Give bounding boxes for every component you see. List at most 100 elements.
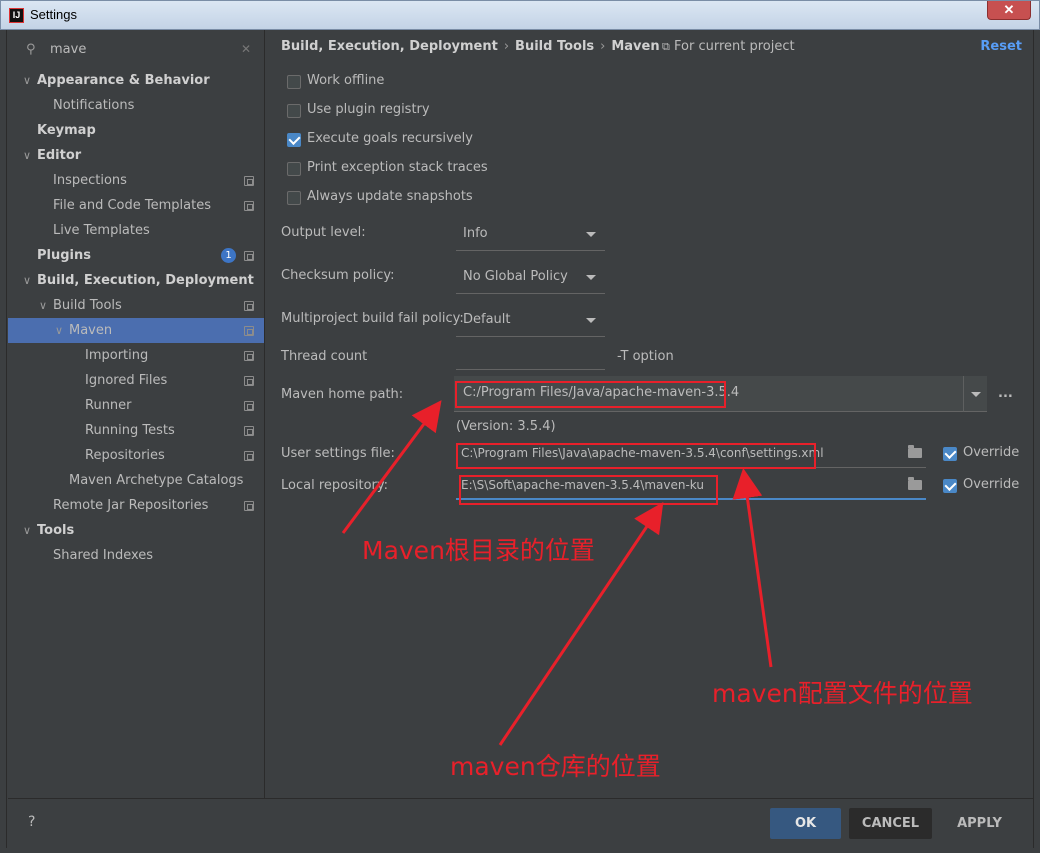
sidebar-item[interactable]: File and Code Templates <box>8 193 264 218</box>
project-scope-icon <box>244 451 254 461</box>
override-checkbox[interactable] <box>943 447 957 461</box>
sidebar-item[interactable]: ∨ Build, Execution, Deployment <box>8 268 264 293</box>
breadcrumb-item: Maven <box>611 39 660 54</box>
cancel-button[interactable]: CANCEL <box>849 808 932 839</box>
apply-button[interactable]: APPLY <box>944 808 1015 839</box>
sidebar-item[interactable]: ∨ Build Tools <box>8 293 264 318</box>
chevron-down-icon <box>586 318 596 323</box>
output-level-label: Output level: <box>281 225 366 240</box>
sidebar-item-label: Keymap <box>37 123 96 138</box>
ok-button[interactable]: OK <box>770 808 841 839</box>
checkbox-label: Work offline <box>307 73 385 88</box>
sidebar-item[interactable]: Ignored Files <box>8 368 264 393</box>
search-input[interactable]: mave <box>50 42 86 57</box>
window-close-button[interactable]: ✕ <box>987 1 1031 20</box>
settings-tree: ∨ Appearance & Behavior Notifications Keyma… <box>8 68 264 568</box>
checkbox[interactable] <box>287 104 301 118</box>
sidebar-item[interactable]: Notifications <box>8 93 264 118</box>
sidebar-item[interactable]: Remote Jar Repositories <box>8 493 264 518</box>
maven-home-dropdown-button[interactable] <box>963 376 987 412</box>
sidebar-item[interactable]: Running Tests <box>8 418 264 443</box>
sidebar-item-label: Appearance & Behavior <box>37 73 210 88</box>
chevron-down-icon <box>586 232 596 237</box>
checksum-policy-dropdown[interactable]: No Global Policy <box>456 260 605 294</box>
sidebar-item-label: Build Tools <box>53 298 122 313</box>
project-scope-icon <box>244 301 254 311</box>
expand-chevron-icon[interactable]: ∨ <box>52 318 66 343</box>
output-level-dropdown[interactable]: Info <box>456 217 605 251</box>
expand-chevron-icon[interactable]: ∨ <box>20 68 34 93</box>
sidebar-item[interactable]: Live Templates <box>8 218 264 243</box>
clear-search-icon[interactable]: ✕ <box>241 42 251 56</box>
sidebar-item-label: Repositories <box>85 448 165 463</box>
sidebar-item[interactable]: Keymap <box>8 118 264 143</box>
plugins-update-badge: 1 <box>221 248 236 263</box>
local-repo-label: Local repository: <box>281 478 388 493</box>
checkbox-label: Always update snapshots <box>307 189 473 204</box>
thread-count-label: Thread count <box>281 349 368 364</box>
sidebar-item[interactable]: ∨ Appearance & Behavior <box>8 68 264 93</box>
sidebar-item-label: Running Tests <box>85 423 175 438</box>
sidebar-item-label: Tools <box>37 523 75 538</box>
folder-icon[interactable] <box>908 445 922 458</box>
t-option-hint: -T option <box>617 349 674 364</box>
project-scope-icon <box>244 176 254 186</box>
sidebar-item[interactable]: Importing <box>8 343 264 368</box>
annotation-local-repo: maven仓库的位置 <box>450 752 661 781</box>
expand-chevron-icon[interactable]: ∨ <box>20 143 34 168</box>
project-scope-icon <box>244 501 254 511</box>
multiproject-fail-dropdown[interactable]: Default <box>456 303 605 337</box>
user-settings-label: User settings file: <box>281 446 395 461</box>
expand-chevron-icon[interactable]: ∨ <box>20 268 34 293</box>
sidebar-item-label: Maven Archetype Catalogs <box>69 473 244 488</box>
sidebar-item[interactable]: ∨ Tools <box>8 518 264 543</box>
maven-home-label: Maven home path: <box>281 387 404 402</box>
sidebar-item-label: Plugins <box>37 248 91 263</box>
project-scope-icon <box>244 251 254 261</box>
thread-count-input[interactable] <box>456 340 605 370</box>
sidebar-item[interactable]: Shared Indexes <box>8 543 264 568</box>
dialog-footer: ? OK CANCEL APPLY <box>8 798 1033 848</box>
override-checkbox[interactable] <box>943 479 957 493</box>
sidebar-item-label: Importing <box>85 348 149 363</box>
checkbox[interactable] <box>287 133 301 147</box>
annotation-box-user-settings <box>456 443 816 469</box>
expand-chevron-icon[interactable]: ∨ <box>36 293 50 318</box>
project-scope-icon <box>244 351 254 361</box>
window-title: Settings <box>30 7 77 22</box>
reset-link[interactable]: Reset <box>980 39 1022 54</box>
project-scope-icon <box>244 376 254 386</box>
checkbox[interactable] <box>287 191 301 205</box>
sidebar-item-label: Shared Indexes <box>53 548 154 563</box>
override-label: Override <box>963 445 1020 460</box>
sidebar-item[interactable]: Maven Archetype Catalogs <box>8 468 264 493</box>
sidebar-item-label: Editor <box>37 148 82 163</box>
browse-maven-home-button[interactable]: ... <box>998 386 1013 401</box>
project-scope-icon: ⧉ <box>662 40 670 53</box>
help-button[interactable]: ? <box>28 814 35 830</box>
sidebar-item[interactable]: ∨ Maven <box>8 318 264 343</box>
sidebar-item-label: Live Templates <box>53 223 150 238</box>
breadcrumb-item: Build Tools <box>515 39 595 54</box>
settings-search[interactable]: ⚲ mave ✕ <box>16 38 257 62</box>
sidebar-item[interactable]: ∨ Editor <box>8 143 264 168</box>
multiproject-fail-value: Default <box>463 312 511 327</box>
sidebar-item[interactable]: Inspections <box>8 168 264 193</box>
sidebar-item[interactable]: Repositories <box>8 443 264 468</box>
checkbox[interactable] <box>287 162 301 176</box>
sidebar-item[interactable]: Runner <box>8 393 264 418</box>
sidebar-item-label: Maven <box>69 323 113 338</box>
project-scope-icon <box>244 201 254 211</box>
window-titlebar: IJ Settings ✕ <box>0 0 1040 30</box>
sidebar-item[interactable]: Plugins 1 <box>8 243 264 268</box>
project-scope-icon <box>244 426 254 436</box>
breadcrumb-item: Build, Execution, Deployment <box>281 39 498 54</box>
sidebar-item-label: File and Code Templates <box>53 198 211 213</box>
multiproject-fail-label: Multiproject build fail policy: <box>281 311 464 326</box>
override-label: Override <box>963 477 1020 492</box>
sidebar-item-label: Inspections <box>53 173 127 188</box>
for-current-project-note: ⧉ For current project <box>662 39 795 54</box>
expand-chevron-icon[interactable]: ∨ <box>20 518 34 543</box>
folder-icon[interactable] <box>908 477 922 490</box>
checkbox[interactable] <box>287 75 301 89</box>
